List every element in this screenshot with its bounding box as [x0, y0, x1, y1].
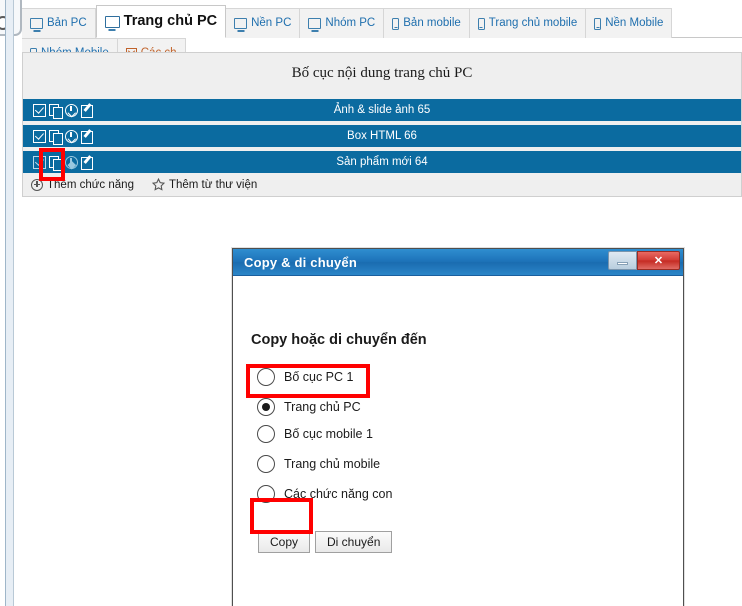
row-label: Ảnh & slide ảnh 65 [333, 104, 431, 116]
minimize-icon [617, 262, 628, 265]
radio-button[interactable] [257, 398, 275, 416]
minimize-button[interactable] [608, 251, 637, 270]
radio-button[interactable] [257, 455, 275, 473]
tab-ban-pc[interactable]: Bản PC [22, 8, 96, 38]
dialog-titlebar[interactable]: Copy & di chuyển ✕ [233, 249, 683, 276]
row-label: Box HTML 66 [347, 130, 417, 142]
window-controls: ✕ [608, 251, 680, 270]
radio-label: Các chức năng con [284, 487, 393, 501]
tab-label: Nhóm PC [325, 16, 376, 29]
star-icon [151, 178, 165, 191]
radio-label: Bố cục PC 1 [284, 370, 354, 384]
copy-button[interactable]: Copy [258, 531, 311, 553]
tab-nhom-pc[interactable]: Nhóm PC [300, 8, 385, 38]
tab-trang-chu-pc[interactable]: Trang chủ PC [95, 5, 227, 38]
tab-label: Trang chủ mobile [488, 16, 578, 29]
tab-trang-chu-mobile[interactable]: Trang chủ mobile [469, 8, 587, 38]
monitor-icon [30, 18, 43, 29]
monitor-icon [308, 18, 322, 29]
tab-nen-pc[interactable]: Nền PC [226, 8, 301, 38]
tab-ban-mobile[interactable]: Bản mobile [384, 8, 470, 38]
browser-window-edge [0, 0, 22, 606]
move-button[interactable]: Di chuyển [315, 531, 393, 553]
scrollbar-track[interactable] [6, 0, 13, 606]
radio-button[interactable] [257, 425, 275, 443]
phone-icon [594, 17, 602, 30]
page-title: Bố cục nội dung trang chủ PC [291, 65, 473, 81]
layout-panel: Bố cục nội dung trang chủ PC Ảnh & slide… [22, 52, 742, 197]
row-label: Sản phẩm mới 64 [336, 156, 428, 168]
monitor-icon [234, 18, 248, 29]
add-function-button[interactable]: Thêm chức năng [31, 178, 134, 191]
radio-button[interactable] [257, 368, 275, 386]
panel-action-bar: Thêm chức năng Thêm từ thư viện [23, 173, 741, 196]
table-row[interactable]: Box HTML 66 [23, 125, 741, 147]
radio-label: Bố cục mobile 1 [284, 427, 373, 441]
dialog-body: Copy hoặc di chuyển đến Bố cục PC 1 Tran… [233, 276, 683, 606]
radio-option-bo-cuc-pc-1[interactable]: Bố cục PC 1 [257, 368, 353, 386]
tab-label: Bản mobile [403, 16, 461, 29]
copy-move-dialog: Copy & di chuyển ✕ Copy hoặc di chuyển đ… [232, 248, 684, 606]
radio-option-cac-chuc-nang-con[interactable]: Các chức năng con [257, 485, 392, 503]
close-button[interactable]: ✕ [637, 251, 680, 270]
plus-circle-icon [31, 178, 43, 191]
add-function-label: Thêm chức năng [47, 178, 134, 191]
add-from-library-label: Thêm từ thư viện [168, 178, 258, 191]
table-row[interactable]: Ảnh & slide ảnh 65 [23, 99, 741, 121]
radio-label: Trang chủ mobile [284, 457, 381, 471]
monitor-icon [104, 15, 120, 28]
tab-label: Trang chủ PC [123, 13, 218, 30]
phone-icon [477, 17, 485, 30]
radio-option-bo-cuc-mobile-1[interactable]: Bố cục mobile 1 [257, 425, 373, 443]
radio-option-trang-chu-pc[interactable]: Trang chủ PC [257, 398, 361, 416]
tab-label: Nền PC [251, 16, 292, 29]
tab-label: Bản PC [47, 16, 87, 29]
radio-label: Trang chủ PC [284, 400, 361, 414]
dialog-heading: Copy hoặc di chuyển đến [251, 332, 427, 348]
phone-icon [392, 17, 400, 30]
tab-strip: Bản PC Trang chủ PC Nền PC Nhóm PC Bản m… [22, 5, 742, 68]
close-icon: ✕ [653, 255, 664, 267]
scrollbar-edge [13, 0, 14, 606]
radio-option-trang-chu-mobile[interactable]: Trang chủ mobile [257, 455, 380, 473]
table-row[interactable]: Sản phẩm mới 64 [23, 151, 741, 173]
add-from-library-button[interactable]: Thêm từ thư viện [151, 178, 258, 191]
tab-label: Nền Mobile [605, 16, 664, 29]
radio-button[interactable] [257, 485, 275, 503]
dialog-title: Copy & di chuyển [244, 254, 357, 270]
tab-nen-mobile[interactable]: Nền Mobile [586, 8, 673, 38]
